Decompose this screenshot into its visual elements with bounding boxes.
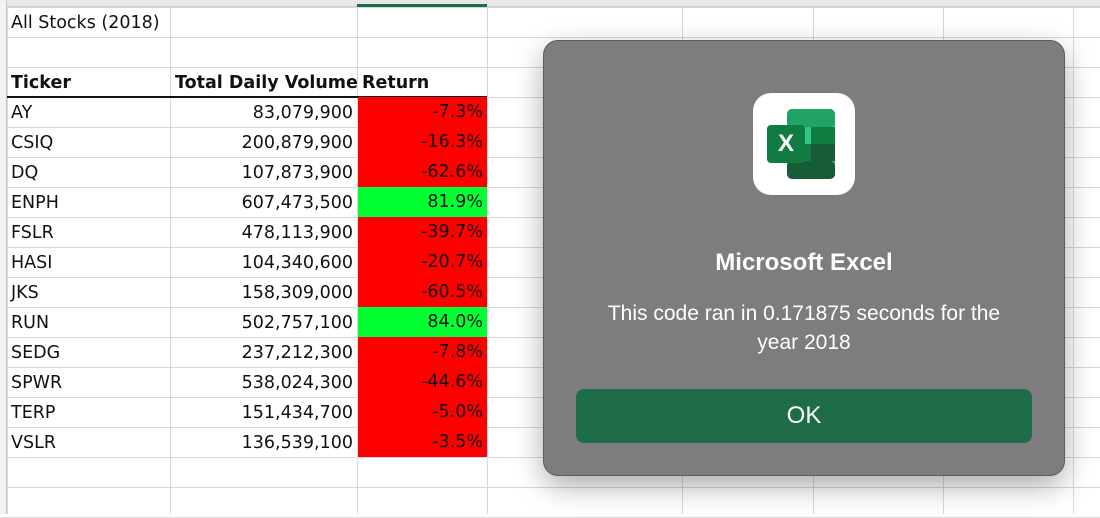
ticker-cell[interactable]: DQ <box>7 158 170 187</box>
dialog-title: Microsoft Excel <box>715 249 893 276</box>
return-cell[interactable]: -7.8% <box>358 337 487 367</box>
ticker-cell[interactable]: ENPH <box>7 188 170 217</box>
grid-row-line <box>0 487 1100 488</box>
return-cell[interactable]: 81.9% <box>358 187 487 217</box>
ticker-cell[interactable]: HASI <box>7 248 170 277</box>
return-cell[interactable]: -62.6% <box>358 157 487 187</box>
volume-cell[interactable]: 538,024,300 <box>171 368 357 397</box>
return-cell[interactable]: -3.5% <box>358 427 487 457</box>
row-header-strip <box>0 0 7 514</box>
volume-cell[interactable]: 104,340,600 <box>171 248 357 277</box>
volume-cell[interactable]: 502,757,100 <box>171 308 357 337</box>
excel-icon-letter: X <box>777 130 794 157</box>
return-cell[interactable]: -60.5% <box>358 277 487 307</box>
selected-column-indicator <box>357 4 487 7</box>
return-cell[interactable]: 84.0% <box>358 307 487 337</box>
ticker-cell[interactable]: SPWR <box>7 368 170 397</box>
ticker-cell[interactable]: AY <box>7 98 170 127</box>
header-ticker[interactable]: Ticker <box>7 68 170 97</box>
alert-dialog: X Microsoft Excel This code ran in 0.171… <box>544 41 1064 475</box>
excel-app-icon: X <box>753 93 855 195</box>
grid-row-line <box>0 37 1100 38</box>
volume-cell[interactable]: 607,473,500 <box>171 188 357 217</box>
return-cell[interactable]: -5.0% <box>358 397 487 427</box>
volume-cell[interactable]: 136,539,100 <box>171 428 357 457</box>
volume-cell[interactable]: 107,873,900 <box>171 158 357 187</box>
ticker-cell[interactable]: SEDG <box>7 338 170 367</box>
volume-cell[interactable]: 151,434,700 <box>171 398 357 427</box>
ticker-cell[interactable]: RUN <box>7 308 170 337</box>
volume-cell[interactable]: 83,079,900 <box>171 98 357 127</box>
return-cell[interactable]: -16.3% <box>358 127 487 157</box>
dialog-message: This code ran in 0.171875 seconds for th… <box>607 302 1001 354</box>
sheet-title-cell[interactable]: All Stocks (2018) <box>7 8 170 37</box>
grid-column-line <box>1073 0 1074 514</box>
column-header-strip <box>0 0 1100 7</box>
ticker-cell[interactable]: CSIQ <box>7 128 170 157</box>
volume-cell[interactable]: 237,212,300 <box>171 338 357 367</box>
ticker-cell[interactable]: FSLR <box>7 218 170 247</box>
header-return[interactable]: Return <box>358 68 487 97</box>
grid-column-line <box>487 0 488 514</box>
ticker-cell[interactable]: JKS <box>7 278 170 307</box>
header-total-daily-volume[interactable]: Total Daily Volume <box>171 68 357 97</box>
return-cell[interactable]: -20.7% <box>358 247 487 277</box>
volume-cell[interactable]: 200,879,900 <box>171 128 357 157</box>
volume-cell[interactable]: 478,113,900 <box>171 218 357 247</box>
return-cell[interactable]: -39.7% <box>358 217 487 247</box>
return-cell[interactable]: -7.3% <box>358 97 487 127</box>
volume-cell[interactable]: 158,309,000 <box>171 278 357 307</box>
ok-button[interactable]: OK <box>576 389 1032 443</box>
ticker-cell[interactable]: VSLR <box>7 428 170 457</box>
return-cell[interactable]: -44.6% <box>358 367 487 397</box>
ticker-cell[interactable]: TERP <box>7 398 170 427</box>
